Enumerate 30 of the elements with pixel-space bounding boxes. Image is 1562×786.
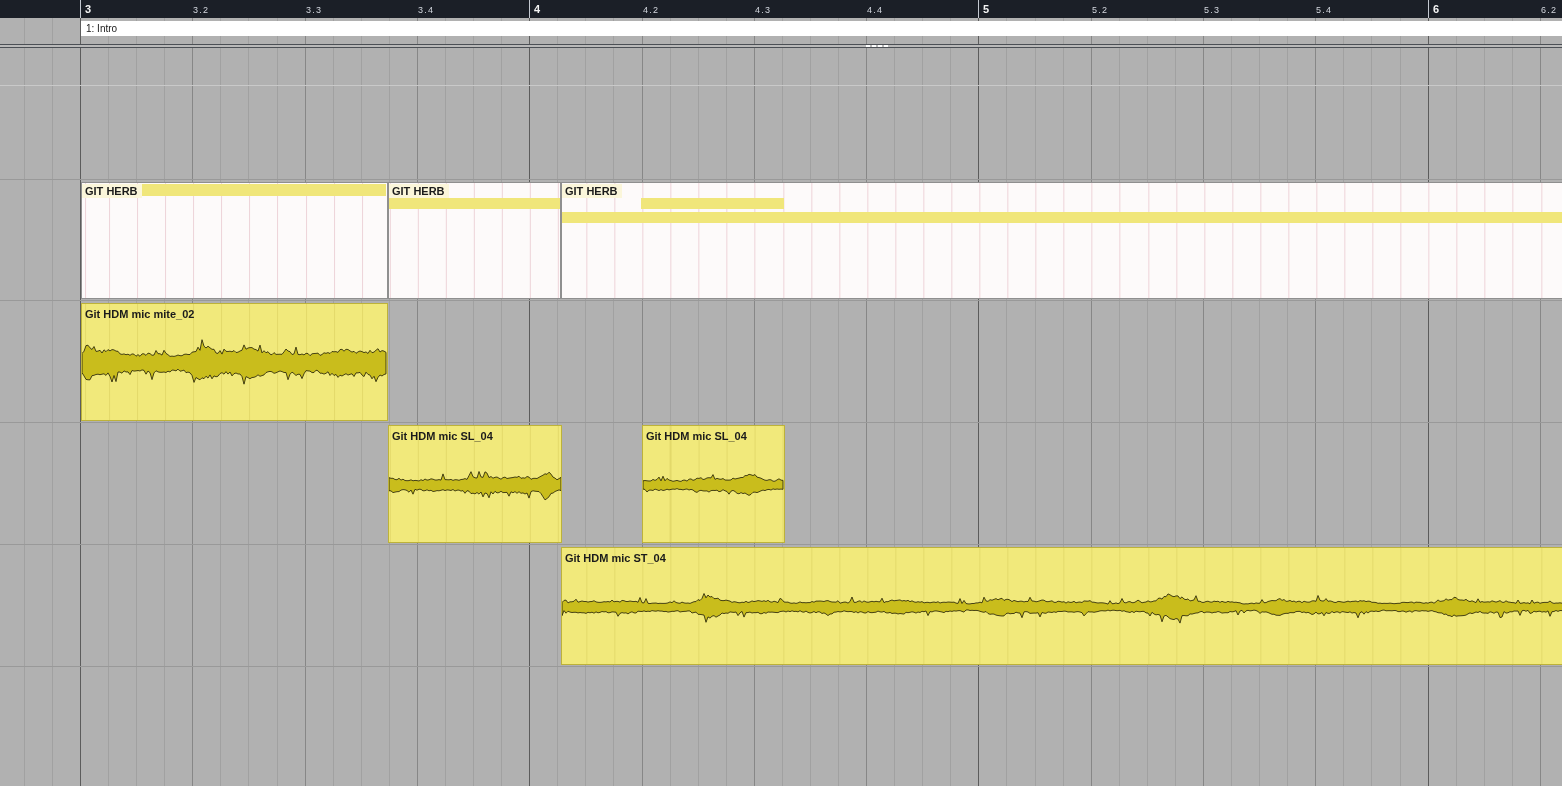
audio-event[interactable]: Git HDM mic mite_02 bbox=[81, 303, 388, 421]
audio-event[interactable]: Git HDM mic SL_04 bbox=[388, 425, 562, 543]
part-name: GIT HERB bbox=[562, 184, 622, 198]
beat-label: 5.3 bbox=[1204, 4, 1221, 17]
audio-event[interactable]: Git HDM mic SL_04 bbox=[642, 425, 785, 543]
midi-part[interactable]: GIT HERB bbox=[388, 182, 561, 299]
audio-event[interactable]: Git HDM mic ST_04 bbox=[561, 547, 1562, 665]
midi-part[interactable]: GIT HERB bbox=[561, 182, 1562, 299]
beat-label: 3.2 bbox=[193, 4, 210, 17]
beat-label: 5.4 bbox=[1316, 4, 1333, 17]
beat-label: 3.4 bbox=[418, 4, 435, 17]
beat-label: 3.3 bbox=[306, 4, 323, 17]
bar-number: 3 bbox=[85, 2, 92, 17]
part-name: Git HDM mic SL_04 bbox=[391, 429, 494, 443]
bar-number: 4 bbox=[534, 2, 541, 17]
marker-region[interactable]: 1: Intro bbox=[81, 21, 1562, 36]
timeline-ruler[interactable]: 3 3.2 3.3 3.4 4 4.2 4.3 4.4 5 5.2 5.3 5.4 6 6.2 bbox=[0, 0, 1562, 18]
part-name: Git HDM mic mite_02 bbox=[84, 307, 196, 321]
bar-number: 5 bbox=[983, 2, 990, 17]
part-name: GIT HERB bbox=[82, 184, 142, 198]
part-name: Git HDM mic ST_04 bbox=[564, 551, 667, 565]
part-name: GIT HERB bbox=[389, 184, 449, 198]
beat-label: 5.2 bbox=[1092, 4, 1109, 17]
beat-label: 4.3 bbox=[755, 4, 772, 17]
bar-number: 6 bbox=[1433, 2, 1440, 17]
midi-part[interactable]: GIT HERB bbox=[81, 182, 388, 299]
beat-label: 4.4 bbox=[867, 4, 884, 17]
part-name: Git HDM mic SL_04 bbox=[645, 429, 748, 443]
beat-label: 4.2 bbox=[643, 4, 660, 17]
beat-label: 6.2 bbox=[1541, 4, 1558, 17]
